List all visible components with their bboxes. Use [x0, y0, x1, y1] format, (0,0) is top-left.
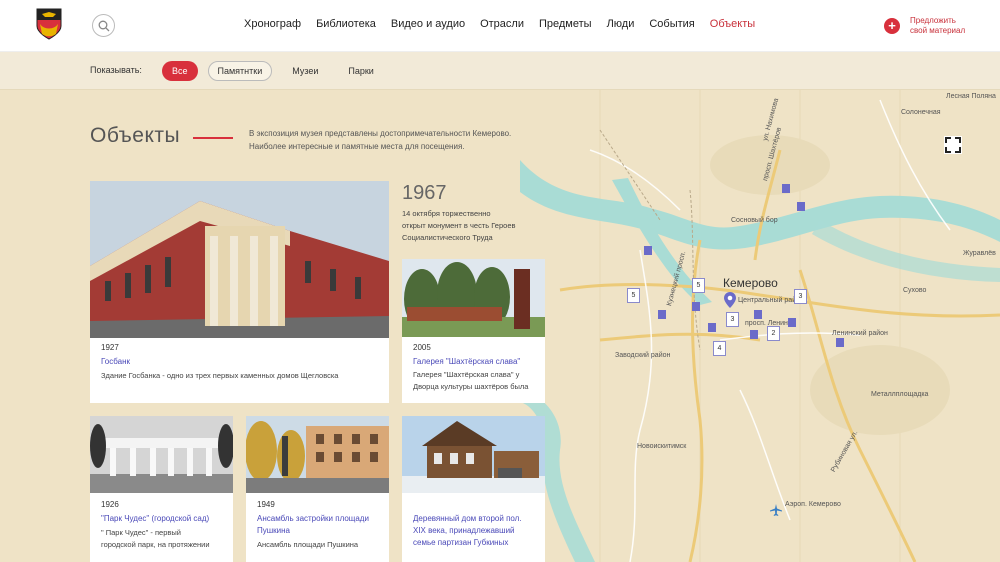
map-marker[interactable] — [644, 246, 652, 255]
card-name[interactable]: Деревянный дом второй пол. XIX века, при… — [413, 513, 522, 549]
wooden-house-photo — [402, 416, 545, 493]
airport-icon — [770, 504, 782, 516]
park-photo — [90, 416, 233, 493]
filter-museums[interactable]: Музеи — [282, 61, 328, 81]
map-marker[interactable] — [797, 202, 805, 211]
card-year: 1927 — [101, 343, 119, 352]
location-pin-icon[interactable] — [724, 292, 736, 308]
filter-monuments[interactable]: Памятнтки — [207, 61, 273, 81]
card-year: 2005 — [413, 343, 431, 352]
map-marker[interactable] — [836, 338, 844, 347]
map-cluster[interactable]: 3 — [794, 289, 807, 304]
suggest-material-button[interactable]: + Предложить свой материал — [884, 16, 980, 36]
page-intro: В экспозиция музея представлены достопри… — [249, 129, 512, 151]
card-year: 1926 — [101, 500, 119, 509]
nav-chronograph[interactable]: Хронограф — [244, 18, 301, 30]
map-marker[interactable] — [692, 302, 700, 311]
map-marker[interactable] — [788, 318, 796, 327]
map-cluster[interactable]: 3 — [726, 312, 739, 327]
map-cluster[interactable]: 5 — [627, 288, 640, 303]
object-card-gallery[interactable]: 2005 Галерея "Шахтёрская слава" Галерея … — [402, 259, 545, 403]
filter-parks[interactable]: Парки — [338, 61, 383, 81]
map-label: Сосновый бор — [731, 217, 778, 224]
card-description: Здание Госбанка - одно из трех первых ка… — [101, 371, 339, 380]
suggest-material-label: Предложить свой материал — [910, 16, 966, 35]
map-label: Сухово — [903, 287, 927, 294]
map-label: Аэроп. Кемерово — [785, 501, 841, 508]
search-icon — [98, 20, 110, 32]
feature-year: 1967 — [402, 182, 447, 204]
map-label: Лесная Поляна — [946, 93, 996, 100]
card-name[interactable]: Ансамбль застройки площади Пушкина — [257, 513, 369, 537]
map-label: Металлплощадка — [871, 391, 929, 398]
feature-description: 14 октября торжественно открыт монумент … — [402, 209, 516, 242]
map-marker[interactable] — [708, 323, 716, 332]
card-description: Галерея "Шахтёрская слава" у Дворца куль… — [413, 370, 529, 391]
map-marker[interactable] — [750, 330, 758, 339]
card-year: 1949 — [257, 500, 275, 509]
nav-industries[interactable]: Отрасли — [480, 18, 524, 30]
city-label: Кемерово — [723, 276, 778, 290]
card-description: Ансамбль площади Пушкина — [257, 540, 359, 549]
map-label: Новоискитимск — [637, 443, 687, 450]
filter-all[interactable]: Все — [162, 61, 198, 81]
map-label: Журавлёв — [963, 250, 996, 257]
nav-items[interactable]: Предметы — [539, 18, 592, 30]
title-divider — [193, 137, 233, 139]
card-name[interactable]: Галерея "Шахтёрская слава" — [413, 356, 520, 368]
page-title: Объекты — [90, 124, 181, 147]
card-description: " Парк Чудес" - первый городской парк, н… — [101, 528, 210, 549]
nav-events[interactable]: События — [649, 18, 694, 30]
card-name[interactable]: Госбанк — [101, 356, 130, 368]
main-nav: Хронограф Библиотека Видео и аудио Отрас… — [244, 18, 770, 30]
map-marker[interactable] — [658, 310, 666, 319]
nav-library[interactable]: Библиотека — [316, 18, 376, 30]
map-label: Солонечная — [901, 109, 941, 116]
gallery-photo — [402, 259, 545, 337]
pushkin-photo — [246, 416, 389, 493]
map-marker[interactable] — [782, 184, 790, 193]
map-cluster[interactable]: 5 — [692, 278, 705, 293]
search-button[interactable] — [92, 14, 115, 37]
nav-video-audio[interactable]: Видео и аудио — [391, 18, 465, 30]
gosbank-photo — [90, 181, 389, 338]
filter-bar: Показывать: Все Памятнтки Музеи Парки — [0, 52, 1000, 90]
filter-chips: Все Памятнтки Музеи Парки — [162, 61, 394, 81]
map-cluster[interactable]: 2 — [767, 326, 780, 341]
coat-of-arms-logo[interactable] — [36, 8, 62, 40]
fullscreen-icon[interactable] — [944, 136, 962, 154]
map-label: Ленинский район — [832, 330, 888, 337]
map-label: Заводский район — [615, 352, 671, 359]
map-cluster[interactable]: 4 — [713, 341, 726, 356]
plus-icon: + — [884, 18, 900, 34]
card-name[interactable]: "Парк Чудес" (городской сад) — [101, 513, 209, 525]
object-card-pushkin[interactable]: 1949 Ансамбль застройки площади Пушкина … — [246, 416, 389, 562]
map-marker[interactable] — [754, 310, 762, 319]
filter-label: Показывать: — [90, 65, 142, 75]
object-card-gosbank[interactable]: 1927 Госбанк Здание Госбанка - одно из т… — [90, 181, 389, 403]
nav-objects[interactable]: Объекты — [710, 18, 755, 30]
site-header: Хронограф Библиотека Видео и аудио Отрас… — [0, 0, 1000, 52]
nav-people[interactable]: Люди — [607, 18, 635, 30]
object-card-park[interactable]: 1926 "Парк Чудес" (городской сад) " Парк… — [90, 416, 233, 562]
object-card-wooden-house[interactable]: Деревянный дом второй пол. XIX века, при… — [402, 416, 545, 562]
